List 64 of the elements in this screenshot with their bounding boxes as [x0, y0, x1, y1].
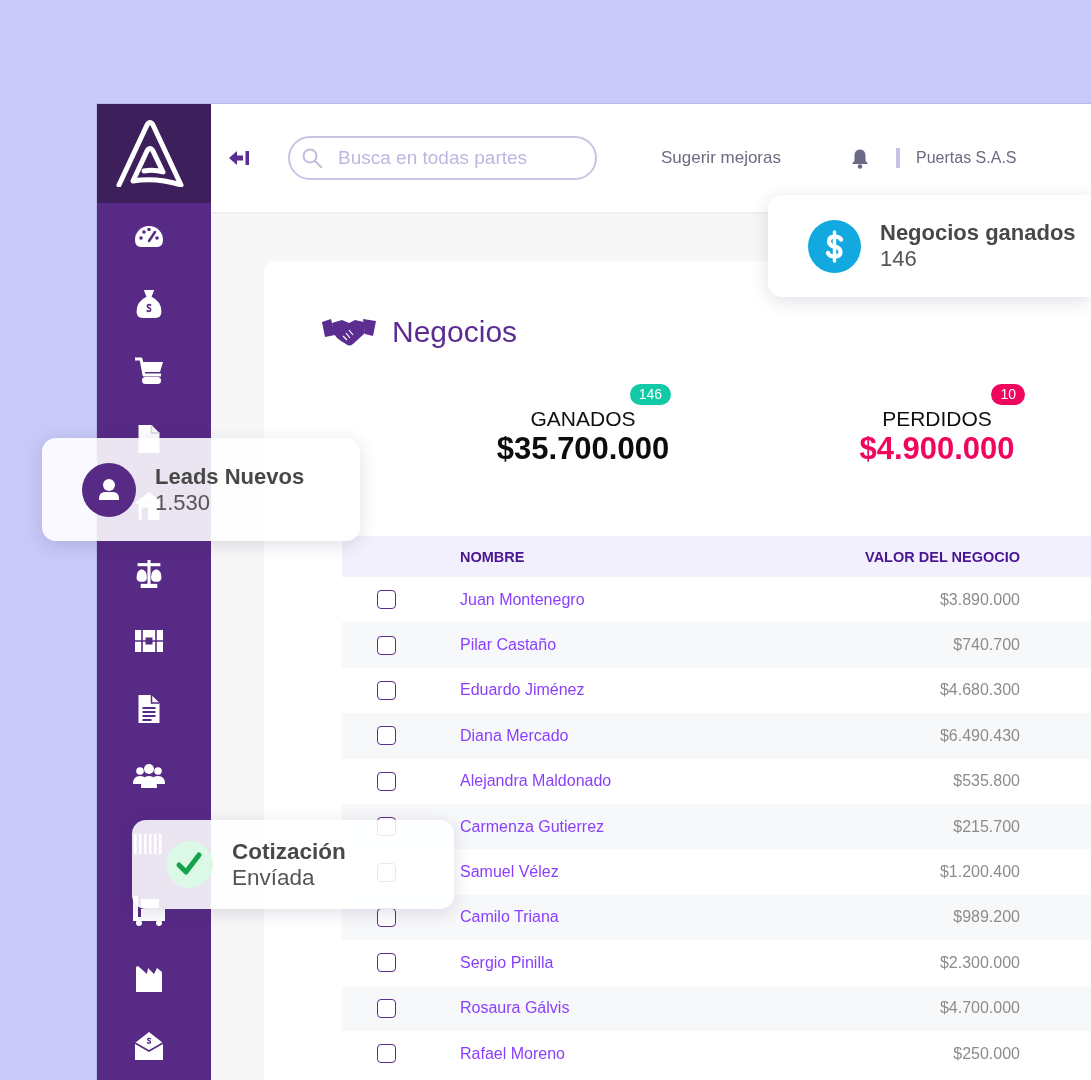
handshake-icon	[322, 317, 376, 347]
table-cell-text: $740.700	[953, 636, 1021, 655]
table-cell-text: $4.700.000	[939, 999, 1021, 1018]
deal-name-link[interactable]: Eduardo Jiménez	[460, 681, 940, 700]
suggest-link[interactable]: Sugerir mejoras	[661, 148, 781, 168]
table-cell-text: $1.200.400	[939, 863, 1021, 882]
cart-icon[interactable]	[133, 357, 164, 386]
user-icon	[82, 462, 136, 517]
envelope-icon[interactable]	[133, 1032, 164, 1061]
users-icon[interactable]	[132, 764, 165, 789]
stat-label: GANADOS	[530, 407, 636, 431]
stat-label: PERDIDOS	[882, 407, 992, 431]
text-document-icon[interactable]	[137, 694, 160, 723]
row-checkbox[interactable]	[377, 590, 396, 610]
deal-name-link[interactable]: Carmenza Gutierrez	[460, 817, 954, 836]
gauge-icon[interactable]	[133, 225, 164, 248]
collapse-sidebar-icon[interactable]	[229, 150, 249, 166]
table-cell-text: $3.890.000	[939, 590, 1021, 609]
table-cell-text: $2.300.000	[939, 953, 1021, 972]
row-checkbox[interactable]	[377, 726, 396, 746]
row-checkbox[interactable]	[377, 771, 396, 791]
card-title: Leads Nuevos	[155, 463, 305, 490]
table-cell-text: $4.680.300	[939, 681, 1021, 700]
card-value: Envíada	[232, 864, 316, 891]
deal-name-link[interactable]: Diana Mercado	[460, 726, 940, 745]
count-badge: 146	[629, 384, 671, 405]
deal-name-link[interactable]: Camilo Triana	[460, 908, 954, 927]
board-icon[interactable]	[133, 630, 164, 653]
deal-name-link[interactable]: Rosaura Gálvis	[460, 999, 940, 1018]
table-cell-text: $250.000	[953, 1044, 1021, 1063]
card-value: 1.530	[155, 489, 212, 516]
search-icon	[302, 148, 322, 168]
deal-name-link[interactable]: Alejandra Maldonado	[460, 772, 954, 791]
column-header[interactable]: VALOR DEL NEGOCIO	[865, 548, 1091, 565]
deal-name-link[interactable]: Rafael Moreno	[460, 1044, 954, 1063]
deal-name-link[interactable]: Sergio Pinilla	[460, 953, 940, 972]
search-field[interactable]: Busca en todas partes	[288, 136, 597, 180]
bell-icon[interactable]	[851, 147, 869, 169]
row-checkbox[interactable]	[377, 680, 396, 700]
column-header[interactable]: NOMBRE	[460, 548, 866, 565]
row-checkbox[interactable]	[377, 998, 396, 1018]
company-name[interactable]: Puertas S.A.S	[916, 149, 1017, 167]
card-value: 146	[880, 246, 918, 272]
dollar-icon	[808, 219, 861, 273]
count-badge: 10	[991, 384, 1025, 405]
factory-icon[interactable]	[134, 965, 163, 992]
card-title: Cotización	[232, 838, 346, 865]
stat-value: $35.700.000	[496, 432, 670, 466]
deal-name-link[interactable]: Pilar Castaño	[460, 636, 954, 655]
table-cell-text: $215.700	[953, 817, 1021, 836]
table-cell-text: $535.800	[953, 772, 1021, 791]
table-cell-text: $989.200	[953, 908, 1021, 927]
stat-value: $4.900.000	[859, 432, 1015, 466]
card-title: Negocios ganados	[880, 220, 1076, 246]
table-cell-text: $6.490.430	[939, 726, 1021, 745]
row-checkbox[interactable]	[377, 635, 396, 655]
page-title: Negocios	[392, 316, 518, 348]
row-checkbox[interactable]	[377, 1044, 396, 1064]
money-bag-icon[interactable]	[135, 289, 162, 318]
row-checkbox[interactable]	[377, 953, 396, 973]
deal-name-link[interactable]: Samuel Vélez	[460, 863, 940, 882]
logo-icon[interactable]	[115, 119, 184, 187]
deal-name-link[interactable]: Juan Montenegro	[460, 590, 940, 609]
check-icon	[166, 841, 213, 888]
